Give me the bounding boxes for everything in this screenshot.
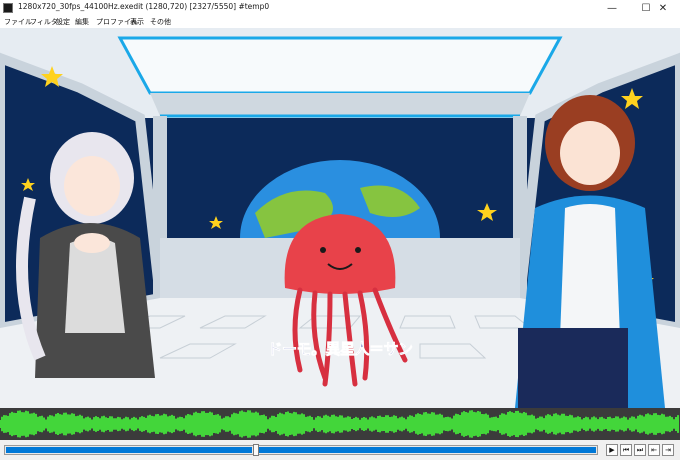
seek-thumb[interactable] bbox=[253, 444, 259, 456]
close-button[interactable]: ✕ bbox=[646, 0, 680, 17]
seek-remaining bbox=[259, 447, 596, 453]
minimize-button[interactable]: — bbox=[595, 0, 629, 17]
app-icon bbox=[3, 3, 13, 13]
frame-end-button[interactable]: ⏭ bbox=[634, 444, 646, 456]
next-frame-button[interactable]: ⇥ bbox=[662, 444, 674, 456]
title-bar: 1280x720_30fps_44100Hz.exedit (1280,720)… bbox=[0, 0, 680, 18]
menu-settings[interactable]: 設定 bbox=[56, 17, 70, 28]
menu-other[interactable]: その他 bbox=[150, 17, 171, 28]
menu-filter[interactable]: フィルタ bbox=[30, 17, 58, 28]
menu-bar: ファイル フィルタ 設定 編集 プロファイル 表示 その他 bbox=[0, 17, 680, 28]
menu-file[interactable]: ファイル bbox=[4, 17, 32, 28]
video-preview[interactable]: ドーモ。異星人＝サン bbox=[0, 28, 680, 408]
play-button[interactable]: ▶ bbox=[606, 444, 618, 456]
menu-edit[interactable]: 編集 bbox=[75, 17, 89, 28]
menu-view[interactable]: 表示 bbox=[130, 17, 144, 28]
frame-start-button[interactable]: ⏮ bbox=[620, 444, 632, 456]
window-title: 1280x720_30fps_44100Hz.exedit (1280,720)… bbox=[18, 2, 270, 11]
seek-progress bbox=[6, 447, 252, 453]
seek-bar[interactable] bbox=[4, 444, 598, 456]
waveform-graphic bbox=[0, 410, 679, 438]
playback-bar: ▶ ⏮ ⏭ ⇤ ⇥ bbox=[0, 440, 680, 460]
subtitle-text: ドーモ。異星人＝サン bbox=[267, 340, 413, 359]
waveform-path bbox=[0, 410, 679, 438]
audio-waveform bbox=[0, 408, 680, 440]
prev-frame-button[interactable]: ⇤ bbox=[648, 444, 660, 456]
